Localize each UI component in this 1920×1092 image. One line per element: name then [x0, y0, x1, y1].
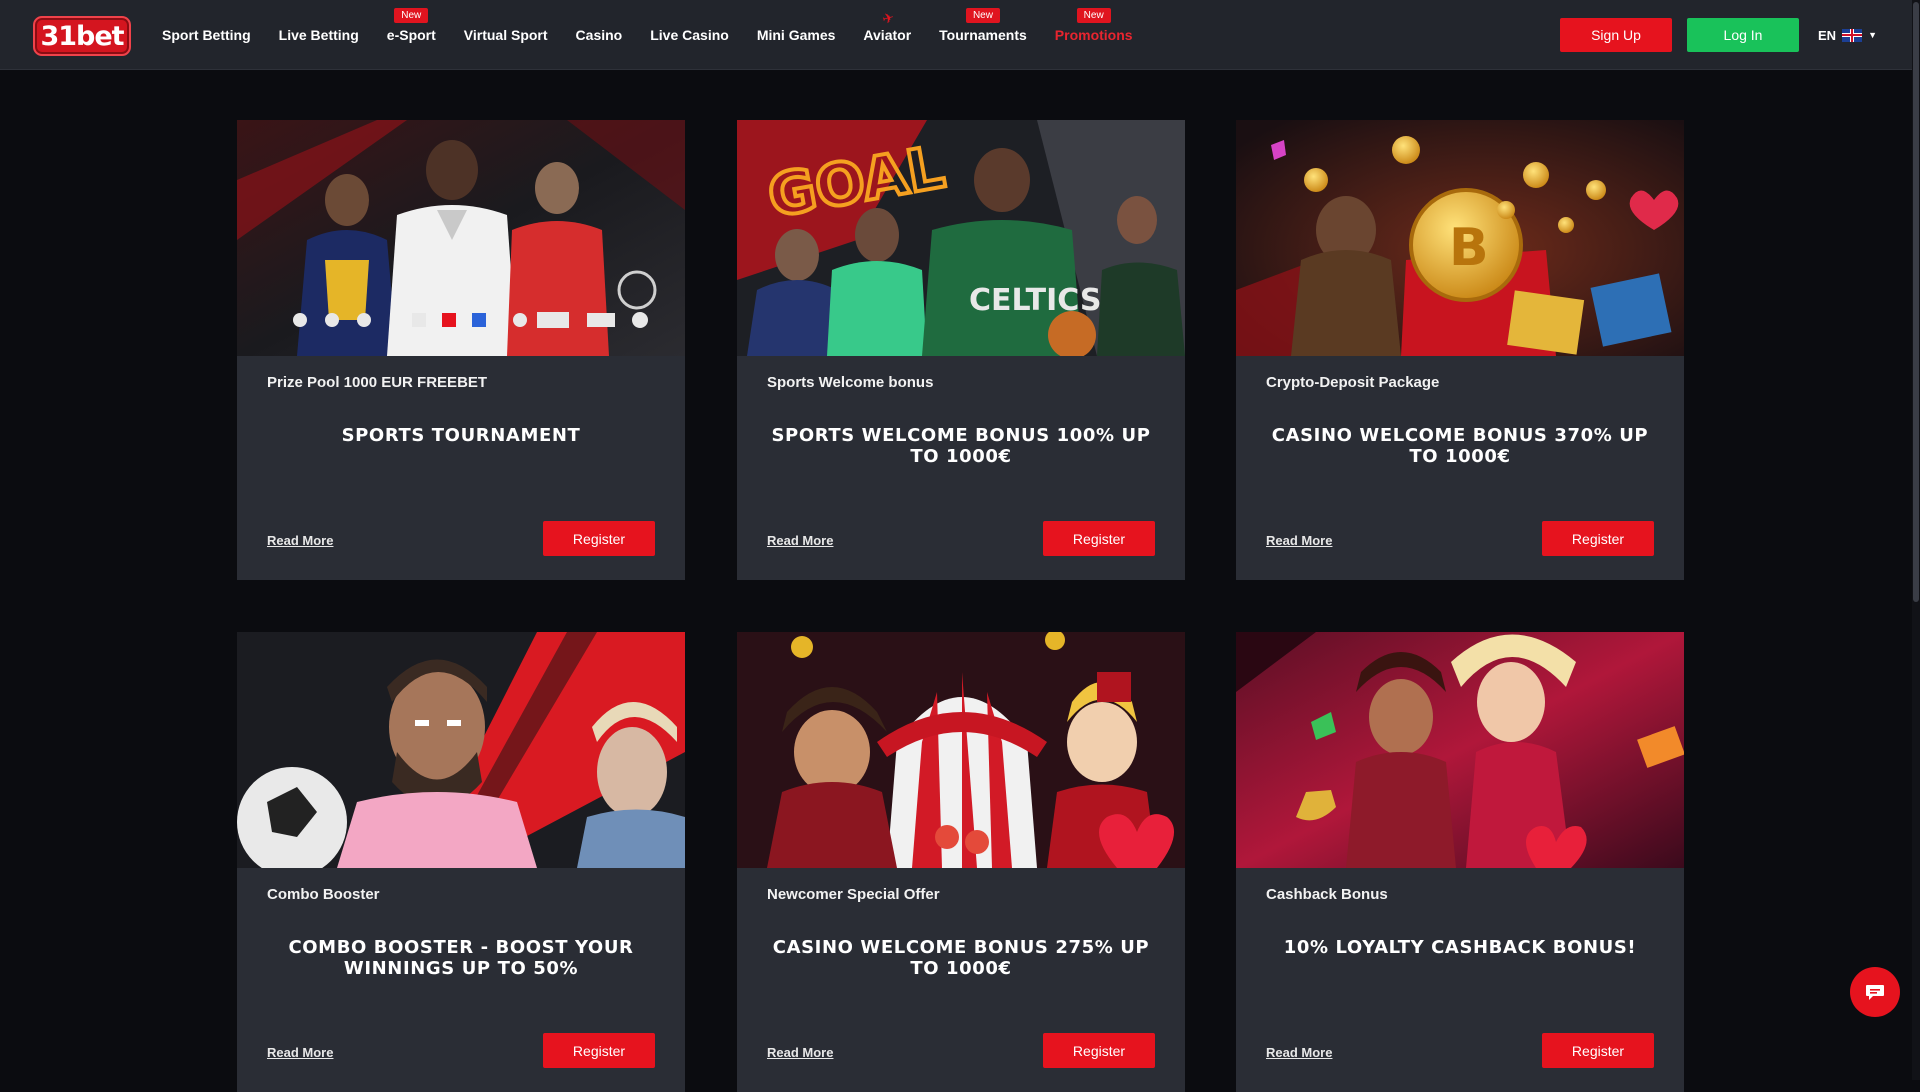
svg-text:CELTICS: CELTICS	[969, 283, 1101, 318]
promo-card: Combo Booster COMBO BOOSTER - BOOST YOUR…	[237, 632, 685, 1092]
main-nav: Sport Betting Live Betting New e-Sport V…	[148, 0, 1147, 70]
goal-basketball-banner[interactable]: GOAL CELTICS	[737, 120, 1185, 356]
football-players-banner[interactable]	[237, 632, 685, 868]
genie-heroine-banner[interactable]	[1236, 632, 1684, 868]
bitcoin-treasure-banner[interactable]: B	[1236, 120, 1684, 356]
nav-virtual-sport[interactable]: Virtual Sport	[450, 0, 562, 70]
language-selector[interactable]: EN ▼	[1818, 26, 1877, 44]
promo-title: CASINO WELCOME BONUS 370% UP TO 1000€	[1271, 425, 1649, 467]
nav-tournaments[interactable]: New Tournaments	[925, 0, 1041, 70]
register-button[interactable]: Register	[1542, 521, 1654, 556]
promo-title: CASINO WELCOME BONUS 275% UP TO 1000€	[772, 937, 1150, 979]
scrollbar-thumb[interactable]	[1913, 2, 1919, 602]
plane-icon: ✈	[880, 8, 897, 28]
read-more-link[interactable]: Read More	[267, 1045, 333, 1060]
nav-mini-games[interactable]: Mini Games	[743, 0, 850, 70]
register-button[interactable]: Register	[543, 521, 655, 556]
promo-card: Prize Pool 1000 EUR FREEBET SPORTS TOURN…	[237, 120, 685, 580]
promo-title: 10% LOYALTY CASHBACK BONUS!	[1283, 937, 1637, 958]
promo-title: SPORTS WELCOME BONUS 100% UP TO 1000€	[771, 425, 1151, 467]
promo-subtitle: Sports Welcome bonus	[767, 374, 934, 391]
chevron-down-icon: ▼	[1868, 30, 1877, 40]
circus-pirate-banner[interactable]	[737, 632, 1185, 868]
nav-live-casino[interactable]: Live Casino	[636, 0, 743, 70]
language-code: EN	[1818, 27, 1837, 43]
promo-title: COMBO BOOSTER - BOOST YOUR WINNINGS UP T…	[288, 937, 634, 979]
page-scrollbar[interactable]	[1912, 0, 1920, 1080]
new-badge: New	[965, 8, 1000, 23]
new-badge: New	[394, 8, 429, 23]
promo-card: GOAL CELTICS Sports Welcome bonus SPORTS…	[737, 120, 1185, 580]
promo-card: Cashback Bonus 10% LOYALTY CASHBACK BONU…	[1236, 632, 1684, 1092]
read-more-link[interactable]: Read More	[267, 533, 333, 548]
promo-subtitle: Combo Booster	[267, 886, 380, 903]
promo-subtitle: Cashback Bonus	[1266, 886, 1388, 903]
read-more-link[interactable]: Read More	[767, 533, 833, 548]
sign-up-button[interactable]: Sign Up	[1560, 18, 1672, 52]
promo-subtitle: Crypto-Deposit Package	[1266, 374, 1440, 391]
register-button[interactable]: Register	[543, 1033, 655, 1068]
promo-subtitle: Prize Pool 1000 EUR FREEBET	[267, 374, 488, 391]
nav-aviator[interactable]: ✈ Aviator	[849, 0, 925, 70]
nav-e-sport[interactable]: New e-Sport	[373, 0, 450, 70]
nav-promotions[interactable]: New Promotions	[1041, 0, 1147, 70]
read-more-link[interactable]: Read More	[1266, 1045, 1332, 1060]
register-button[interactable]: Register	[1043, 1033, 1155, 1068]
svg-text:B: B	[1449, 218, 1489, 278]
uk-flag-icon	[1842, 28, 1863, 42]
read-more-link[interactable]: Read More	[767, 1045, 833, 1060]
nav-casino[interactable]: Casino	[562, 0, 637, 70]
register-button[interactable]: Register	[1542, 1033, 1654, 1068]
new-badge: New	[1076, 8, 1111, 23]
promo-subtitle: Newcomer Special Offer	[767, 886, 940, 903]
chat-icon	[1866, 985, 1884, 1000]
logo[interactable]: 31bet	[33, 16, 131, 56]
log-in-button[interactable]: Log In	[1687, 18, 1799, 52]
top-navigation-bar: 31bet Sport Betting Live Betting New e-S…	[0, 0, 1920, 70]
nav-live-betting[interactable]: Live Betting	[265, 0, 373, 70]
sports-stars-banner[interactable]	[237, 120, 685, 356]
promo-title: SPORTS TOURNAMENT	[341, 425, 581, 446]
live-chat-button[interactable]	[1850, 967, 1900, 1017]
promo-card: Newcomer Special Offer CASINO WELCOME BO…	[737, 632, 1185, 1092]
promo-card: B Crypto-Deposit Package CASINO WELCOME …	[1236, 120, 1684, 580]
read-more-link[interactable]: Read More	[1266, 533, 1332, 548]
logo-text: 31bet	[40, 20, 124, 52]
register-button[interactable]: Register	[1043, 521, 1155, 556]
nav-sport-betting[interactable]: Sport Betting	[148, 0, 265, 70]
